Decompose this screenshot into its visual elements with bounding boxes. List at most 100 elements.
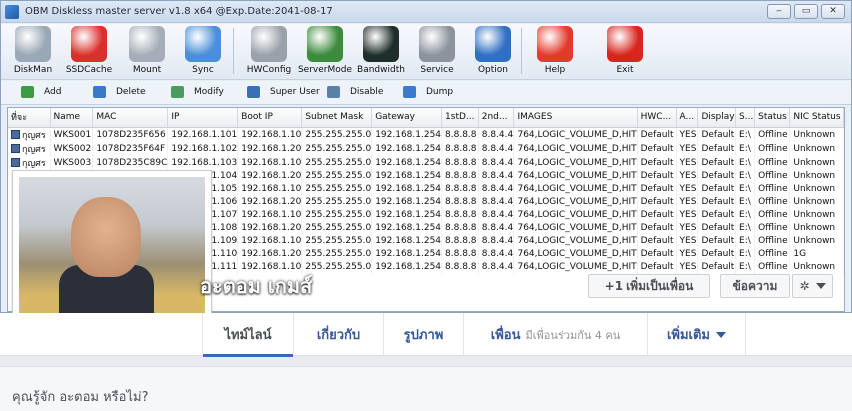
cell-text: 1078D235F64F [96, 143, 166, 154]
column-header[interactable]: IMAGES [513, 108, 638, 128]
table-cell: Offline [754, 127, 791, 142]
column-header[interactable]: 1stD... [441, 108, 479, 128]
table-cell: 8.8.8.8 [441, 234, 479, 248]
table-row[interactable]: กุญศร WKS003 1078D235C89C 192.168.1.103 192.… [8, 155, 844, 170]
command-super-user[interactable]: Super User [247, 86, 320, 98]
table-cell: 192.168.1.254 [371, 127, 443, 142]
table-cell: 192.168.1.10 [237, 127, 303, 142]
column-header[interactable]: Name [50, 108, 94, 128]
toolbar-button-servermode[interactable]: ServerMode [297, 26, 353, 75]
toolbar-button-exit[interactable]: Exit [597, 26, 653, 75]
table-cell: 8.8.4.4 [478, 195, 515, 209]
toolbar-label: SSDCache [65, 65, 113, 75]
cell-text: 192.168.1.103 [171, 157, 238, 168]
table-cell: E:\ [735, 169, 756, 183]
command-disable[interactable]: Disable [327, 86, 383, 98]
cell-text: 192.168.1.10 [241, 157, 302, 168]
toolbar-button-help[interactable]: Help [527, 26, 583, 75]
tab-more[interactable]: เพิ่มเติม [648, 313, 746, 356]
profile-name[interactable]: อะตอม เกมส์ [200, 270, 312, 302]
tab-photos[interactable]: รูปภาพ [384, 313, 464, 356]
table-cell: 8.8.4.4 [478, 221, 515, 235]
table-cell: กุญศร [8, 141, 51, 156]
table-cell: Default [697, 141, 737, 156]
table-cell: 192.168.1.10 [237, 234, 303, 248]
table-cell: Default [637, 155, 677, 170]
cell-text: YES [679, 171, 697, 181]
tab-timeline[interactable]: ไทม์ไลน์ [202, 313, 294, 357]
command-modify[interactable]: Modify [171, 86, 224, 98]
table-cell: Unknown [789, 155, 844, 170]
table-cell: 8.8.4.4 [478, 247, 515, 261]
tab-friends[interactable]: เพื่อน มีเพื่อนร่วมกัน 4 คน [464, 313, 648, 356]
add-friend-button[interactable]: +1 เพิ่มเป็นเพื่อน [588, 274, 710, 298]
cell-text: 192.168.1.254 [375, 210, 442, 220]
column-header[interactable]: S... [735, 108, 756, 128]
table-cell: 192.168.1.10 [237, 182, 303, 196]
option-icon [475, 26, 511, 62]
toolbar-button-service[interactable]: Service [409, 26, 465, 75]
column-header[interactable]: HWC... [637, 108, 677, 128]
toolbar-button-ssdcache[interactable]: SSDCache [61, 26, 117, 75]
table-row[interactable]: กุญศร WKS001 1078D235F656 192.168.1.101 192.… [8, 127, 844, 142]
cell-text: กุญศร [22, 130, 46, 141]
command-label: Add [44, 87, 62, 97]
settings-button[interactable]: ✲ [792, 274, 833, 298]
cell-text: YES [679, 184, 697, 194]
table-cell: Default [697, 195, 737, 209]
table-cell: E:\ [735, 234, 756, 248]
table-cell: YES [676, 247, 699, 261]
table-cell: 192.168.1.20 [237, 169, 303, 183]
cell-text: 8.8.4.4 [481, 223, 514, 233]
cell-text: 8.8.8.8 [445, 210, 477, 220]
column-header[interactable]: Status [754, 108, 791, 128]
toolbar-button-bandwidth[interactable]: Bandwidth [353, 26, 409, 75]
table-cell: Default [637, 221, 677, 235]
toolbar-button-mount[interactable]: Mount [119, 26, 175, 75]
column-header[interactable]: Boot IP [237, 108, 303, 128]
cell-text: Default [701, 223, 735, 233]
minimize-button[interactable]: ‒ [767, 4, 791, 19]
table-cell: Offline [754, 247, 791, 261]
column-header[interactable]: 2nd... [478, 108, 515, 128]
cell-text: 255.255.255.0 [305, 197, 372, 207]
column-header[interactable]: ที่จะ [8, 108, 51, 128]
toolbar-button-diskman[interactable]: DiskMan [5, 26, 61, 75]
column-header[interactable]: IP [167, 108, 239, 128]
profile-photo [19, 177, 205, 335]
table-row[interactable]: กุญศร WKS002 1078D235F64F 192.168.1.102 192.… [8, 141, 844, 156]
cell-text: 192.168.1.102 [171, 143, 238, 154]
cell-text: 8.8.4.4 [481, 129, 514, 140]
column-header[interactable]: A... [676, 108, 699, 128]
cell-text: YES [679, 236, 697, 246]
column-header[interactable]: MAC [92, 108, 169, 128]
table-cell: 764,LOGIC_VOLUME_D,HIT [513, 260, 638, 274]
cell-text: 8.8.8.8 [445, 262, 477, 272]
column-header[interactable]: Subnet Mask [301, 108, 373, 128]
title-bar[interactable]: OBM Diskless master server v1.8 x64 @Exp… [1, 1, 851, 23]
cell-text: Unknown [793, 210, 836, 220]
cell-text: Offline [758, 236, 788, 246]
table-cell: YES [676, 195, 699, 209]
command-dump[interactable]: Dump [403, 86, 453, 98]
table-cell: E:\ [735, 260, 756, 274]
toolbar-button-option[interactable]: Option [465, 26, 521, 75]
command-add[interactable]: Add [21, 86, 61, 98]
tab-more-label: เพิ่มเติม [666, 328, 711, 343]
cell-text: Default [701, 249, 735, 259]
cell-text: Unknown [793, 171, 836, 181]
tab-about[interactable]: เกี่ยวกับ [294, 313, 384, 356]
message-button[interactable]: ข้อความ [720, 274, 790, 298]
close-button[interactable]: ✕ [821, 4, 845, 19]
command-delete[interactable]: Delete [93, 86, 146, 98]
table-cell: 192.168.1.103 [167, 155, 239, 170]
toolbar-button-sync[interactable]: Sync [175, 26, 231, 75]
column-header[interactable]: Display [697, 108, 737, 128]
cell-text: E:\ [739, 157, 751, 168]
column-header[interactable]: NIC Status [789, 108, 844, 128]
table-cell: 255.255.255.0 [301, 182, 373, 196]
cell-text: 8.8.4.4 [481, 210, 514, 220]
column-header[interactable]: Gateway [371, 108, 443, 128]
maximize-button[interactable]: ▭ [794, 4, 818, 19]
toolbar-button-hwconfig[interactable]: HWConfig [241, 26, 297, 75]
